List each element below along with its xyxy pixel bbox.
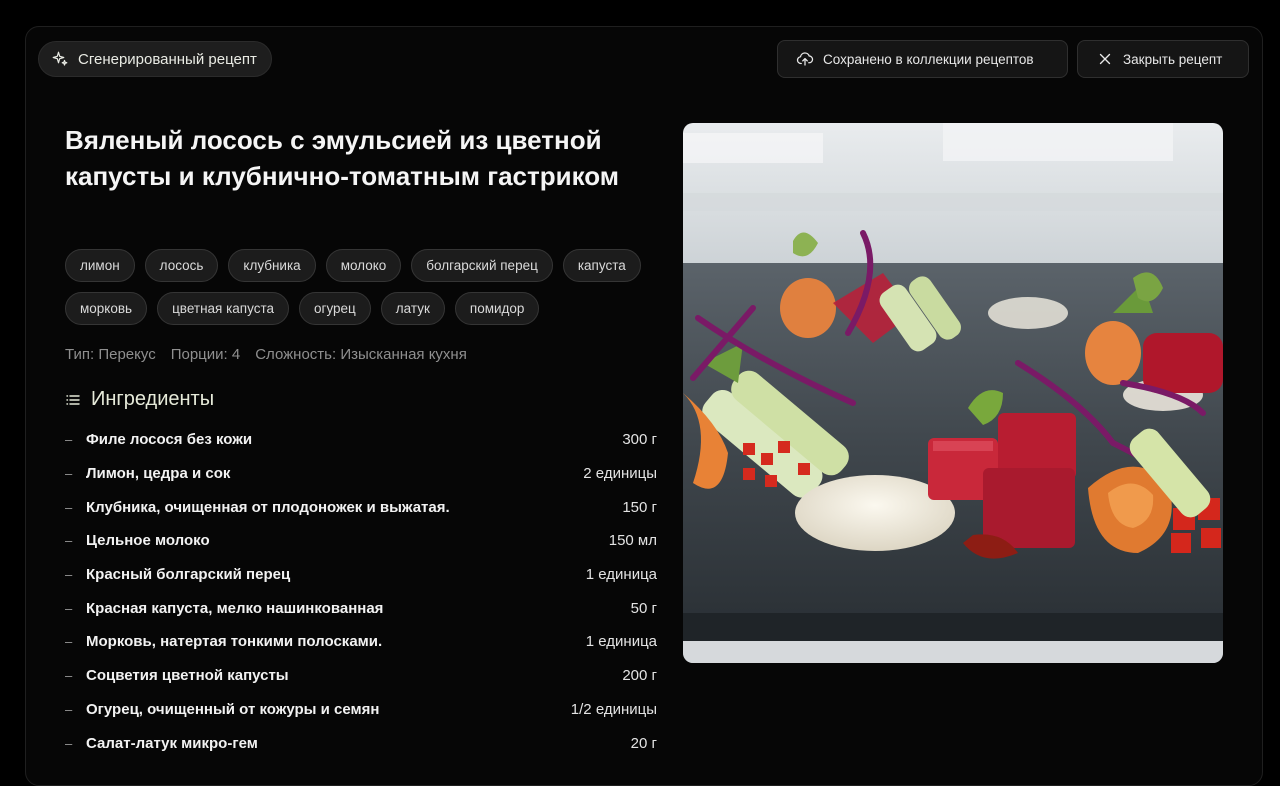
ingredient-row: – Клубника, очищенная от плодоножек и выж… bbox=[65, 490, 657, 524]
ingredient-name: Лимон, цедра и сок bbox=[86, 465, 231, 483]
ingredient-row: – Соцветия цветной капусты 200 г bbox=[65, 659, 657, 693]
bullet: – bbox=[65, 634, 73, 650]
list-icon bbox=[66, 394, 80, 405]
saved-label: Сохранено в коллекции рецептов bbox=[823, 51, 1034, 67]
tag[interactable]: клубника bbox=[228, 249, 316, 282]
bullet: – bbox=[65, 466, 73, 482]
ingredient-row: – Огурец, очищенный от кожуры и семян 1/2 … bbox=[65, 693, 657, 727]
meta-portions: Порции: 4 bbox=[170, 346, 241, 363]
close-icon bbox=[1099, 53, 1111, 65]
saved-to-collection-button[interactable]: Сохранено в коллекции рецептов bbox=[777, 40, 1068, 78]
ingredient-row: – Лимон, цедра и сок 2 единицы bbox=[65, 457, 657, 491]
ingredient-qty: 1/2 единицы bbox=[570, 700, 657, 718]
recipe-photo bbox=[683, 123, 1223, 663]
recipe-title: Вяленый лосось с эмульсией из цветной ка… bbox=[65, 125, 620, 191]
ingredient-qty: 150 мл bbox=[608, 532, 657, 550]
meta-type: Тип: Перекус bbox=[65, 346, 156, 363]
bullet: – bbox=[65, 600, 73, 616]
ingredient-row: – Салат-латук микро-гем 20 г bbox=[65, 726, 657, 760]
tag[interactable]: молоко bbox=[325, 249, 402, 282]
ingredient-name: Красный болгарский перец bbox=[86, 566, 291, 584]
meta-difficulty: Сложность: Изысканная кухня bbox=[255, 346, 467, 363]
ingredient-row: – Красный болгарский перец 1 единица bbox=[65, 558, 657, 592]
ingredient-row: – Красная капуста, мелко нашинкованная 50 … bbox=[65, 591, 657, 625]
tag[interactable]: болгарский перец bbox=[411, 249, 553, 282]
tag[interactable]: огурец bbox=[299, 292, 371, 325]
ingredients-title: Ингредиенты bbox=[91, 388, 215, 410]
ingredient-name: Клубника, очищенная от плодоножек и выжа… bbox=[86, 498, 450, 516]
tag[interactable]: морковь bbox=[65, 292, 148, 325]
ingredient-tags: лимон лосось клубника молоко болгарский … bbox=[65, 249, 665, 325]
badge-label: Сгенерированный рецепт bbox=[78, 50, 257, 68]
ingredient-name: Салат-латук микро-гем bbox=[86, 734, 258, 752]
ingredients-header: Ингредиенты bbox=[65, 388, 214, 411]
close-recipe-button[interactable]: Закрыть рецепт bbox=[1077, 40, 1249, 78]
ingredient-name: Цельное молоко bbox=[86, 532, 210, 550]
ingredient-qty: 2 единицы bbox=[583, 465, 657, 483]
tag[interactable]: лимон bbox=[65, 249, 135, 282]
close-label: Закрыть рецепт bbox=[1123, 51, 1223, 67]
ingredient-name: Филе лосося без кожи bbox=[86, 431, 253, 449]
bullet: – bbox=[65, 668, 73, 684]
bullet: – bbox=[65, 499, 73, 515]
dish-illustration bbox=[683, 123, 1223, 663]
tag[interactable]: капуста bbox=[562, 249, 641, 282]
cloud-upload-icon bbox=[796, 52, 814, 66]
recipe-meta: Тип: Перекус Порции: 4 Сложность: Изыска… bbox=[65, 346, 467, 363]
ingredient-row: – Цельное молоко 150 мл bbox=[65, 524, 657, 558]
sparkle-icon bbox=[52, 51, 68, 66]
ingredient-list: – Филе лосося без кожи 300 г – Лимон, цедра… bbox=[65, 423, 657, 760]
ingredient-row: – Филе лосося без кожи 300 г bbox=[65, 423, 657, 457]
ingredient-qty: 50 г bbox=[630, 599, 657, 617]
ingredient-row: – Морковь, натертая тонкими полосками. 1 е… bbox=[65, 625, 657, 659]
ingredient-name: Красная капуста, мелко нашинкованная bbox=[86, 599, 384, 617]
tag[interactable]: лосось bbox=[144, 249, 219, 282]
ingredient-qty: 20 г bbox=[630, 734, 657, 752]
bullet: – bbox=[65, 567, 73, 583]
ingredient-qty: 1 единица bbox=[585, 633, 657, 651]
ingredient-qty: 200 г bbox=[622, 667, 657, 685]
ingredient-name: Огурец, очищенный от кожуры и семян bbox=[86, 700, 380, 718]
ingredient-name: Соцветия цветной капусты bbox=[86, 667, 289, 685]
tag[interactable]: помидор bbox=[454, 292, 540, 325]
bullet: – bbox=[65, 533, 73, 549]
tag[interactable]: цветная капуста bbox=[157, 292, 290, 325]
ingredient-qty: 300 г bbox=[622, 431, 657, 449]
ingredient-qty: 1 единица bbox=[585, 566, 657, 584]
ingredient-qty: 150 г bbox=[622, 498, 657, 516]
bullet: – bbox=[65, 432, 73, 448]
bullet: – bbox=[65, 701, 73, 717]
tag[interactable]: латук bbox=[380, 292, 445, 325]
generated-recipe-badge: Сгенерированный рецепт bbox=[38, 41, 272, 77]
ingredient-name: Морковь, натертая тонкими полосками. bbox=[86, 633, 383, 651]
bullet: – bbox=[65, 735, 73, 751]
